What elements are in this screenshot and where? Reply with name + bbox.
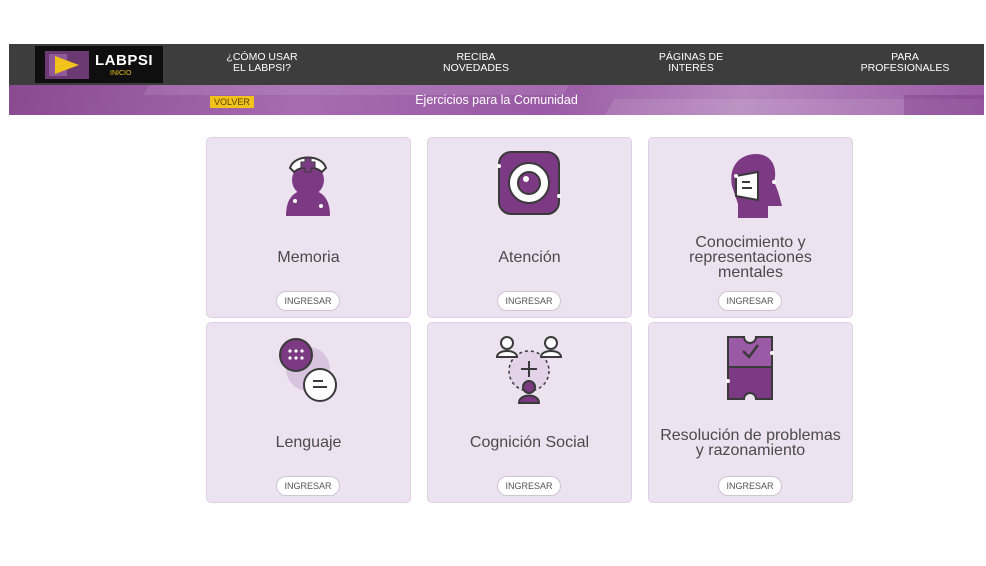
ingresar-button[interactable]: INGRESAR xyxy=(276,291,340,311)
ingresar-button[interactable]: INGRESAR xyxy=(497,291,561,311)
card-conocimiento[interactable]: Conocimiento y representaciones mentales… xyxy=(648,137,853,318)
card-title-line: mentales xyxy=(718,264,783,281)
labpsi-logo[interactable]: LABPSI INICIO xyxy=(35,46,163,83)
nav-para-profesionales[interactable]: PARA PROFESIONALES xyxy=(845,52,965,74)
card-title-line: Conocimiento y xyxy=(695,234,806,251)
ingresar-button[interactable]: INGRESAR xyxy=(497,476,561,496)
head-profile-icon xyxy=(731,154,782,218)
card-atencion[interactable]: Atención INGRESAR xyxy=(427,137,632,318)
logo-text: LABPSI xyxy=(95,52,154,69)
nurse-person-icon xyxy=(286,156,330,216)
nav-label: INTERÉS xyxy=(668,62,714,74)
nav-label: EL LABPSI? xyxy=(233,62,291,74)
puzzle-icon xyxy=(726,336,774,400)
nav-label: PROFESIONALES xyxy=(860,62,950,74)
play-logo-icon xyxy=(45,51,89,79)
nav-reciba-novedades[interactable]: RECIBA NOVEDADES xyxy=(416,52,536,74)
nav-como-usar[interactable]: ¿CÓMO USAR EL LABPSI? xyxy=(202,52,322,74)
card-title-line: y razonamiento xyxy=(695,442,806,459)
card-title-line: Resolución de problemas xyxy=(660,427,841,444)
nav-label: NOVEDADES xyxy=(443,62,509,74)
top-navigation-bar: LABPSI INICIO ¿CÓMO USAR EL LABPSI? RECI… xyxy=(9,44,984,85)
card-title-line: representaciones xyxy=(689,249,812,266)
page-title: Ejercicios para la Comunidad xyxy=(415,93,578,107)
eye-focus-icon xyxy=(497,151,561,215)
logo-home-link[interactable]: INICIO xyxy=(110,70,131,77)
card-memoria[interactable]: Memoria INGRESAR xyxy=(206,137,411,318)
card-cognicion-social[interactable]: Cognición Social INGRESAR xyxy=(427,322,632,503)
ingresar-button[interactable]: INGRESAR xyxy=(718,476,782,496)
card-lenguaje[interactable]: Lenguaje INGRESAR xyxy=(206,322,411,503)
card-title: Lenguaje xyxy=(275,434,342,451)
ingresar-button[interactable]: INGRESAR xyxy=(718,291,782,311)
card-title: Atención xyxy=(498,249,561,266)
card-title: Cognición Social xyxy=(469,434,590,451)
card-title-multiline: Resolución de problemas y razonamiento xyxy=(649,427,852,459)
nav-paginas-de-interes[interactable]: PÁGINAS DE INTERÉS xyxy=(631,52,751,74)
card-title: Memoria xyxy=(277,249,340,266)
card-title-multiline: Conocimiento y representaciones mentales xyxy=(649,234,852,281)
card-resolucion[interactable]: Resolución de problemas y razonamiento I… xyxy=(648,322,853,503)
speech-bubbles-icon xyxy=(279,338,337,402)
ingresar-button[interactable]: INGRESAR xyxy=(276,476,340,496)
section-bar: VOLVER Ejercicios para la Comunidad xyxy=(9,85,984,115)
people-network-icon xyxy=(495,336,563,404)
